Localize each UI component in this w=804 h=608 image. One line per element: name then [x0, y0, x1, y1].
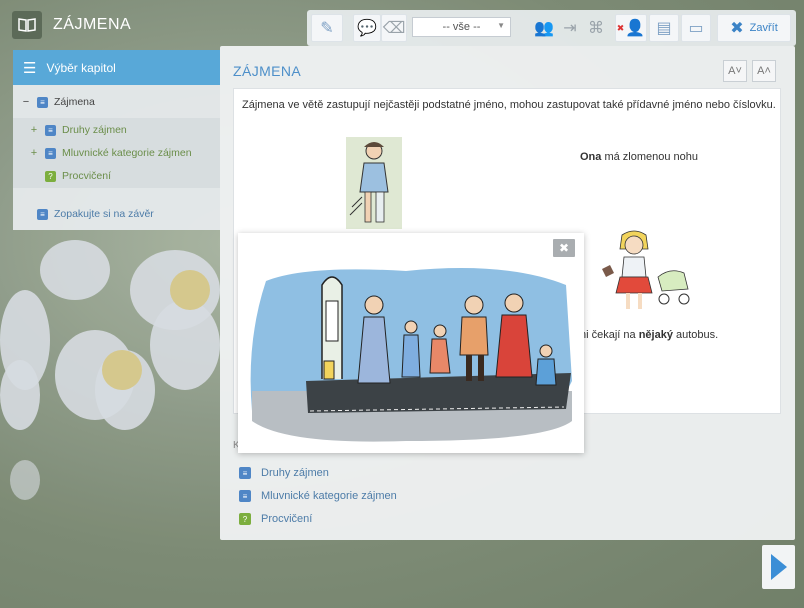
list-item-label: Procvičení [261, 513, 313, 525]
sidebar-item-label: Mluvnické kategorie zájmen [62, 147, 192, 159]
monitor-icon[interactable]: ▭ [681, 14, 711, 42]
app-title: ZÁJMENA [53, 16, 132, 33]
collapse-icon[interactable]: − [19, 96, 33, 108]
question-icon: ? [239, 513, 251, 525]
comments-icon[interactable]: 💬 [353, 14, 381, 42]
sidebar-item-druhy-zajmen[interactable]: + ≡ Druhy zájmen [27, 124, 127, 136]
intro-text: Zájmena ve větě zastupují nejčastěji pod… [242, 99, 776, 111]
list-item-mluvnicke-kategorie[interactable]: ≡ Mluvnické kategorie zájmen [239, 490, 397, 502]
list-item-druhy-zajmen[interactable]: ≡ Druhy zájmen [239, 467, 329, 479]
sidebar-item-label: Procvičení [62, 170, 112, 182]
book-icon[interactable] [12, 11, 42, 39]
chapter-icon: ≡ [37, 96, 48, 108]
sentence-1-pronoun: Ona [580, 151, 602, 163]
close-icon: ✖ [558, 241, 570, 255]
list-item-procviceni[interactable]: ? Procvičení [239, 513, 312, 525]
user-remove-icon[interactable]: ✖ 👤 [615, 14, 647, 42]
sentence-2: ni čekají na nějaký autobus. [580, 329, 718, 341]
eraser-icon[interactable]: ⌫ [381, 14, 407, 42]
sentence-2-start: ni čekají na [580, 329, 639, 341]
sentence-2-end: autobus. [672, 329, 719, 341]
users-icon[interactable]: 👥 [531, 14, 557, 42]
girl-stroller-illustration [602, 230, 690, 309]
list-item-label: Druhy zájmen [261, 467, 329, 479]
chapter-icon: ≡ [239, 490, 251, 502]
sentence-2-pronoun: nějaký [638, 329, 673, 341]
expand-icon[interactable]: + [27, 124, 41, 136]
page-title: ZÁJMENA [233, 63, 302, 79]
sidebar-item-mluvnicke-kategorie[interactable]: + ≡ Mluvnické kategorie zájmen [27, 147, 192, 159]
image-modal: ✖ [238, 233, 584, 453]
sidebar-item-zopakujte[interactable]: ≡ Zopakujte si na závěr [37, 208, 154, 220]
chevron-down-icon: ▼ [497, 21, 505, 30]
chapter-sidebar: ☰ Výběr kapitol − ≡ Zájmena + ≡ Druhy zá… [13, 50, 220, 230]
close-icon: ✖ [730, 20, 744, 37]
sidebar-item-label: Zopakujte si na závěr [54, 208, 154, 220]
pencil-icon[interactable]: ✎ [311, 14, 343, 42]
chapter-icon: ≡ [45, 124, 56, 136]
bus-stop-illustration [250, 268, 572, 442]
sidebar-item-label: Druhy zájmen [62, 124, 127, 136]
close-button[interactable]: ✖ Zavřít [717, 14, 791, 42]
chapter-icon: ≡ [37, 208, 48, 220]
puzzle-icon[interactable]: ⌘ [583, 14, 609, 42]
chapter-icon: ≡ [239, 467, 251, 479]
sentence-1: Ona má zlomenou nohu [580, 151, 698, 163]
font-larger-button[interactable]: A˄ [752, 60, 776, 82]
modal-close-button[interactable]: ✖ [553, 239, 575, 257]
arrow-right-icon [770, 554, 787, 580]
expand-icon[interactable]: + [27, 147, 41, 159]
sentence-1-rest: má zlomenou nohu [601, 151, 699, 163]
filter-select[interactable]: -- vše -- ▼ [412, 17, 511, 37]
sidebar-subitems: + ≡ Druhy zájmen + ≡ Mluvnické kategorie… [13, 118, 220, 188]
list-icon: ☰ [23, 59, 37, 77]
sidebar-item-zajmena[interactable]: − ≡ Zájmena [19, 96, 95, 108]
sidebar-header-label: Výběr kapitol [46, 60, 116, 75]
layout-icon[interactable]: ▤ [649, 14, 679, 42]
next-page-button[interactable] [762, 545, 795, 589]
question-icon: ? [45, 170, 56, 182]
font-smaller-button[interactable]: A˅ [723, 60, 747, 82]
import-icon[interactable]: ⇥ [557, 14, 583, 42]
sidebar-item-procviceni[interactable]: ? Procvičení [45, 170, 111, 182]
sidebar-header[interactable]: ☰ Výběr kapitol [13, 50, 220, 85]
list-item-label: Mluvnické kategorie zájmen [261, 490, 397, 502]
girl-broken-leg-illustration [346, 137, 402, 229]
sidebar-item-label: Zájmena [54, 96, 95, 108]
toolbar: ✎ 💬 ⌫ -- vše -- ▼ 👥 ⇥ ⌘ ✖ 👤 ▤ ▭ ✖ Zavřít [307, 10, 796, 46]
close-label: Zavřít [749, 22, 778, 34]
chapter-icon: ≡ [45, 147, 56, 159]
filter-select-value: -- vše -- [442, 21, 481, 33]
